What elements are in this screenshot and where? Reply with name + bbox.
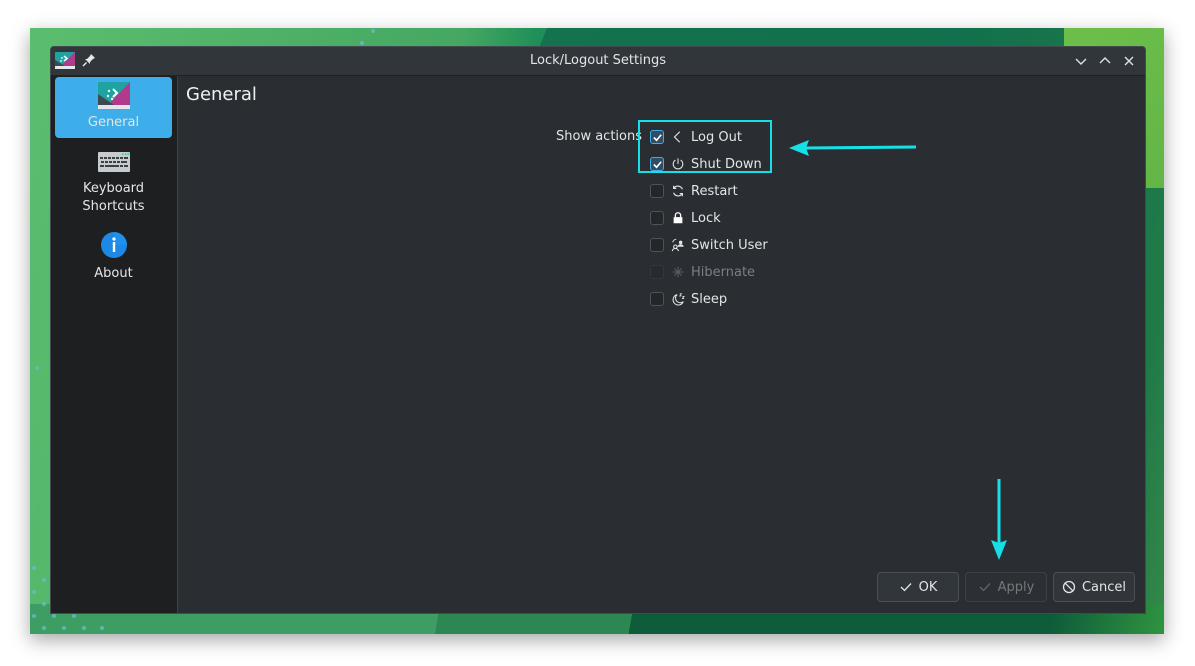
wallpaper-dot [371, 29, 375, 33]
close-button[interactable] [1120, 52, 1138, 70]
sidebar-item-label: Keyboard [82, 181, 145, 196]
sidebar-item-label: Shortcuts [82, 199, 145, 214]
cancel-label: Cancel [1081, 579, 1127, 595]
wallpaper-dot [360, 41, 364, 45]
action-sleep[interactable]: Sleep [650, 288, 727, 310]
wallpaper-dot [32, 566, 36, 570]
cancel-button[interactable]: Cancel [1053, 572, 1135, 602]
desktop-icon [97, 82, 130, 109]
hibernate-checkbox[interactable] [650, 265, 664, 279]
chevron-down-icon [1075, 58, 1087, 65]
highlight-annotation [638, 120, 772, 173]
ok-button[interactable]: OK [877, 572, 959, 602]
action-label: Switch User [691, 237, 768, 253]
info-icon [100, 232, 127, 258]
sleep-checkbox[interactable] [650, 292, 664, 306]
keyboard-icon [97, 152, 130, 172]
lock-icon [670, 210, 686, 226]
check-icon [900, 583, 912, 592]
sidebar-item-general[interactable]: General [55, 77, 172, 138]
restart-checkbox[interactable] [650, 184, 664, 198]
close-icon [1124, 56, 1134, 66]
minimize-button[interactable] [1072, 52, 1090, 70]
wallpaper-dot [42, 578, 46, 582]
apply-label: Apply [997, 579, 1035, 595]
wallpaper-dot [100, 626, 104, 630]
maximize-button[interactable] [1096, 52, 1114, 70]
check-icon [979, 583, 991, 592]
restart-icon [670, 183, 686, 199]
action-restart[interactable]: Restart [650, 180, 738, 202]
lock-checkbox[interactable] [650, 211, 664, 225]
sidebar-item-label: About [94, 266, 133, 281]
action-label: Restart [691, 183, 738, 199]
settings-window: Lock/Logout Settings General Keyboard Sh… [50, 46, 1146, 614]
ok-label: OK [918, 579, 938, 595]
wallpaper-dot [72, 614, 76, 618]
sleep-icon [670, 291, 686, 307]
wallpaper-dot [35, 366, 39, 370]
apply-button[interactable]: Apply [965, 572, 1047, 602]
title-bar[interactable]: Lock/Logout Settings [51, 47, 1145, 76]
action-switch-user[interactable]: Switch User [650, 234, 768, 256]
action-label: Sleep [691, 291, 728, 307]
switch-user-checkbox[interactable] [650, 238, 664, 252]
wallpaper-dot [32, 590, 36, 594]
sidebar-item-keyboard-shortcuts[interactable]: Keyboard Shortcuts [55, 146, 172, 218]
chevron-up-icon [1099, 57, 1111, 64]
wallpaper-dot [42, 626, 46, 630]
wallpaper-dot [82, 626, 86, 630]
action-lock[interactable]: Lock [650, 207, 721, 229]
sidebar-item-label: General [87, 115, 140, 130]
sidebar-item-about[interactable]: About [55, 231, 172, 287]
show-actions-label: Show actions [556, 129, 642, 144]
wallpaper-dot [42, 602, 46, 606]
hibernate-icon [670, 264, 686, 280]
wallpaper-dot [52, 614, 56, 618]
action-label: Lock [691, 210, 721, 226]
action-label: Hibernate [691, 264, 756, 280]
window-title: Lock/Logout Settings [530, 53, 666, 68]
cancel-icon [1062, 580, 1076, 594]
sidebar: General Keyboard Shortcuts About [51, 76, 178, 613]
content-area: General Show actions Log Out Shut Down R… [178, 76, 1145, 613]
wallpaper-dot [32, 614, 36, 618]
wallpaper-dot [62, 626, 66, 630]
switch-user-icon [670, 237, 686, 253]
action-hibernate[interactable]: Hibernate [650, 261, 755, 283]
page-title: General [186, 84, 257, 105]
